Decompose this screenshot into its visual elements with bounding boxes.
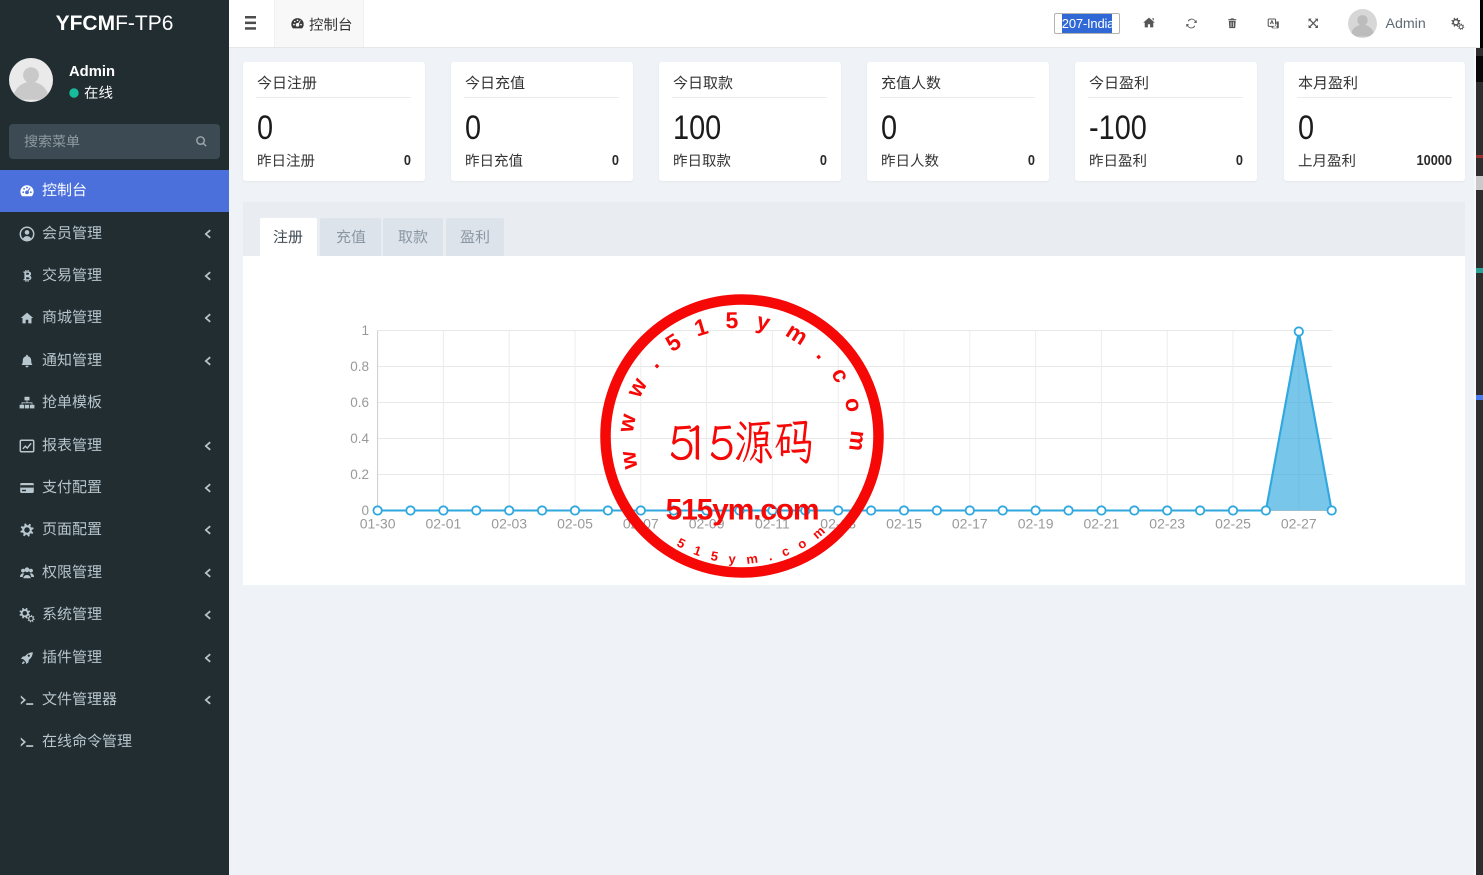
svg-text:515ym.com: 515ym.com (666, 494, 819, 527)
